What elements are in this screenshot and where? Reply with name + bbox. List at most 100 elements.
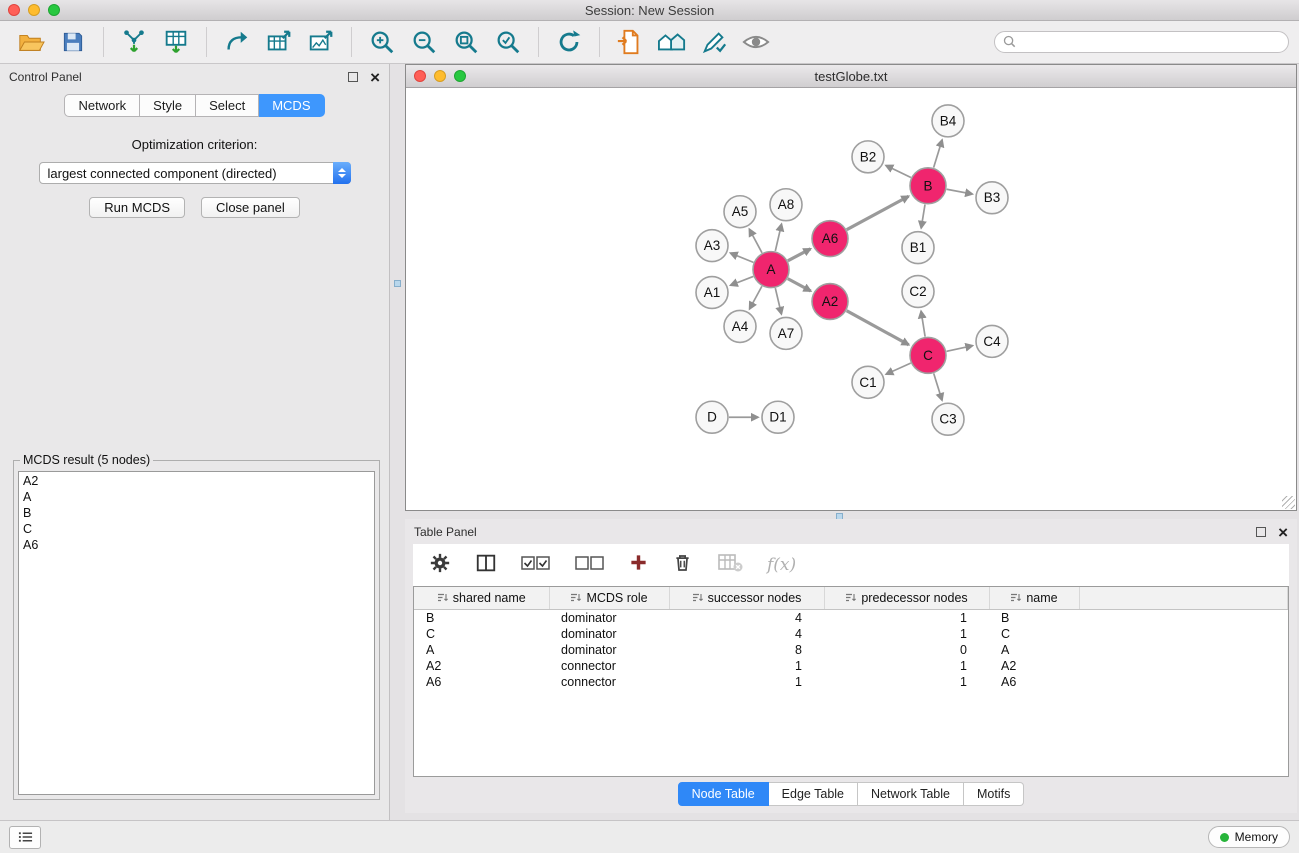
network-canvas[interactable]: AA6A2BCA5A8A3A1A4A7B2B4B3B1C2C4C1C3DD1 (406, 88, 1296, 510)
toolbar-separator (103, 27, 104, 57)
search-input[interactable] (1022, 34, 1280, 50)
graph-edge[interactable] (749, 229, 762, 253)
network-graph: AA6A2BCA5A8A3A1A4A7B2B4B3B1C2C4C1C3DD1 (406, 88, 1296, 510)
network-window-titlebar[interactable]: testGlobe.txt (406, 65, 1296, 88)
result-item[interactable]: A (23, 489, 370, 505)
dropdown-stepper-icon (333, 162, 351, 184)
toolbar-separator (351, 27, 352, 57)
graph-edge[interactable] (886, 166, 911, 178)
delete-columns-icon[interactable] (672, 552, 693, 578)
graph-node-label: A4 (732, 319, 749, 334)
table-row[interactable]: Cdominator41C (414, 626, 1288, 642)
memory-button[interactable]: Memory (1208, 826, 1290, 848)
graph-edge[interactable] (934, 373, 942, 400)
refresh-layout-button[interactable] (551, 24, 587, 60)
toolbar-separator (206, 27, 207, 57)
toolbar-separator (538, 27, 539, 57)
resize-grip-icon[interactable] (1282, 496, 1295, 509)
show-hide-button[interactable] (738, 24, 774, 60)
mcds-result-list[interactable]: A2ABCA6 (18, 471, 375, 795)
export-image-button[interactable] (303, 24, 339, 60)
graph-edge[interactable] (731, 276, 754, 285)
export-network-icon (223, 28, 251, 56)
result-item[interactable]: C (23, 521, 370, 537)
graph-node-label: B1 (910, 240, 927, 255)
column-header[interactable]: predecessor nodes (824, 587, 989, 610)
toolbar-separator (599, 27, 600, 57)
function-builder-icon[interactable]: f(x) (767, 555, 796, 575)
column-header[interactable]: name (989, 587, 1079, 610)
column-header[interactable]: MCDS role (549, 587, 669, 610)
result-item[interactable]: A6 (23, 537, 370, 553)
zoom-fit-icon (452, 28, 480, 56)
resize-handle[interactable] (394, 280, 401, 287)
tab-network[interactable]: Network (64, 94, 140, 117)
column-header[interactable]: successor nodes (669, 587, 824, 610)
gear-icon[interactable] (429, 552, 451, 579)
result-item[interactable]: B (23, 505, 370, 521)
graph-edge[interactable] (921, 205, 925, 228)
tab-style[interactable]: Style (140, 94, 196, 117)
table-tabs: Node TableEdge TableNetwork TableMotifs (405, 782, 1297, 806)
optimization-criterion-select[interactable]: largest connected component (directed) (39, 162, 351, 184)
export-table-button[interactable] (261, 24, 297, 60)
graph-edge[interactable] (947, 346, 973, 352)
result-item[interactable]: A2 (23, 473, 370, 489)
deselect-all-icon[interactable] (575, 555, 605, 576)
refresh-icon (555, 28, 583, 56)
tab-mcds[interactable]: MCDS (259, 94, 324, 117)
graph-edge[interactable] (847, 311, 909, 345)
style-apply-button[interactable] (696, 24, 732, 60)
graph-edge[interactable] (947, 189, 973, 194)
zoom-selected-button[interactable] (490, 24, 526, 60)
columns-icon[interactable] (475, 552, 497, 579)
close-panel-button[interactable]: Close panel (201, 197, 300, 218)
column-header[interactable]: shared name (414, 587, 549, 610)
graph-edge[interactable] (921, 311, 925, 336)
export-network-button[interactable] (219, 24, 255, 60)
tab-edge-table[interactable]: Edge Table (769, 782, 858, 806)
table-row[interactable]: Bdominator41B (414, 610, 1288, 627)
graph-edge[interactable] (775, 288, 781, 314)
zoom-out-icon (410, 28, 438, 56)
graph-edge[interactable] (886, 363, 911, 374)
open-folder-button[interactable] (13, 24, 49, 60)
graph-node-label: D (707, 410, 717, 425)
column-header-filler (1079, 587, 1288, 610)
graph-edge[interactable] (788, 249, 811, 261)
control-panel: Control Panel × NetworkStyleSelectMCDS O… (0, 64, 390, 820)
close-table-panel-icon[interactable]: × (1278, 524, 1288, 541)
graph-edge[interactable] (750, 286, 762, 309)
tab-node-table[interactable]: Node Table (678, 782, 769, 806)
graph-edge[interactable] (934, 140, 943, 168)
table-row[interactable]: Adominator80A (414, 642, 1288, 658)
table-row[interactable]: A6connector11A6 (414, 674, 1288, 690)
open-session-file-button[interactable] (612, 24, 648, 60)
graph-edge[interactable] (731, 253, 754, 262)
table-row[interactable]: A2connector11A2 (414, 658, 1288, 674)
float-table-panel-icon[interactable] (1256, 527, 1266, 537)
run-mcds-button[interactable]: Run MCDS (89, 197, 185, 218)
graph-node-label: B (924, 178, 933, 193)
graph-edge[interactable] (775, 224, 781, 251)
close-panel-icon[interactable]: × (370, 69, 380, 86)
graph-edge[interactable] (788, 279, 811, 291)
search-field[interactable] (994, 31, 1289, 53)
import-network-button[interactable] (116, 24, 152, 60)
task-history-button[interactable] (9, 826, 41, 849)
tab-select[interactable]: Select (196, 94, 259, 117)
select-all-icon[interactable] (521, 555, 551, 576)
zoom-out-button[interactable] (406, 24, 442, 60)
import-table-button[interactable] (158, 24, 194, 60)
graph-edge[interactable] (847, 196, 909, 229)
float-panel-icon[interactable] (348, 72, 358, 82)
delete-table-icon[interactable] (717, 552, 743, 579)
welcome-home-button[interactable] (654, 24, 690, 60)
tab-network-table[interactable]: Network Table (858, 782, 964, 806)
zoom-fit-button[interactable] (448, 24, 484, 60)
add-column-icon[interactable] (629, 553, 648, 577)
graph-node-label: A6 (822, 231, 839, 246)
tab-motifs[interactable]: Motifs (964, 782, 1024, 806)
save-session-button[interactable] (55, 24, 91, 60)
zoom-in-button[interactable] (364, 24, 400, 60)
